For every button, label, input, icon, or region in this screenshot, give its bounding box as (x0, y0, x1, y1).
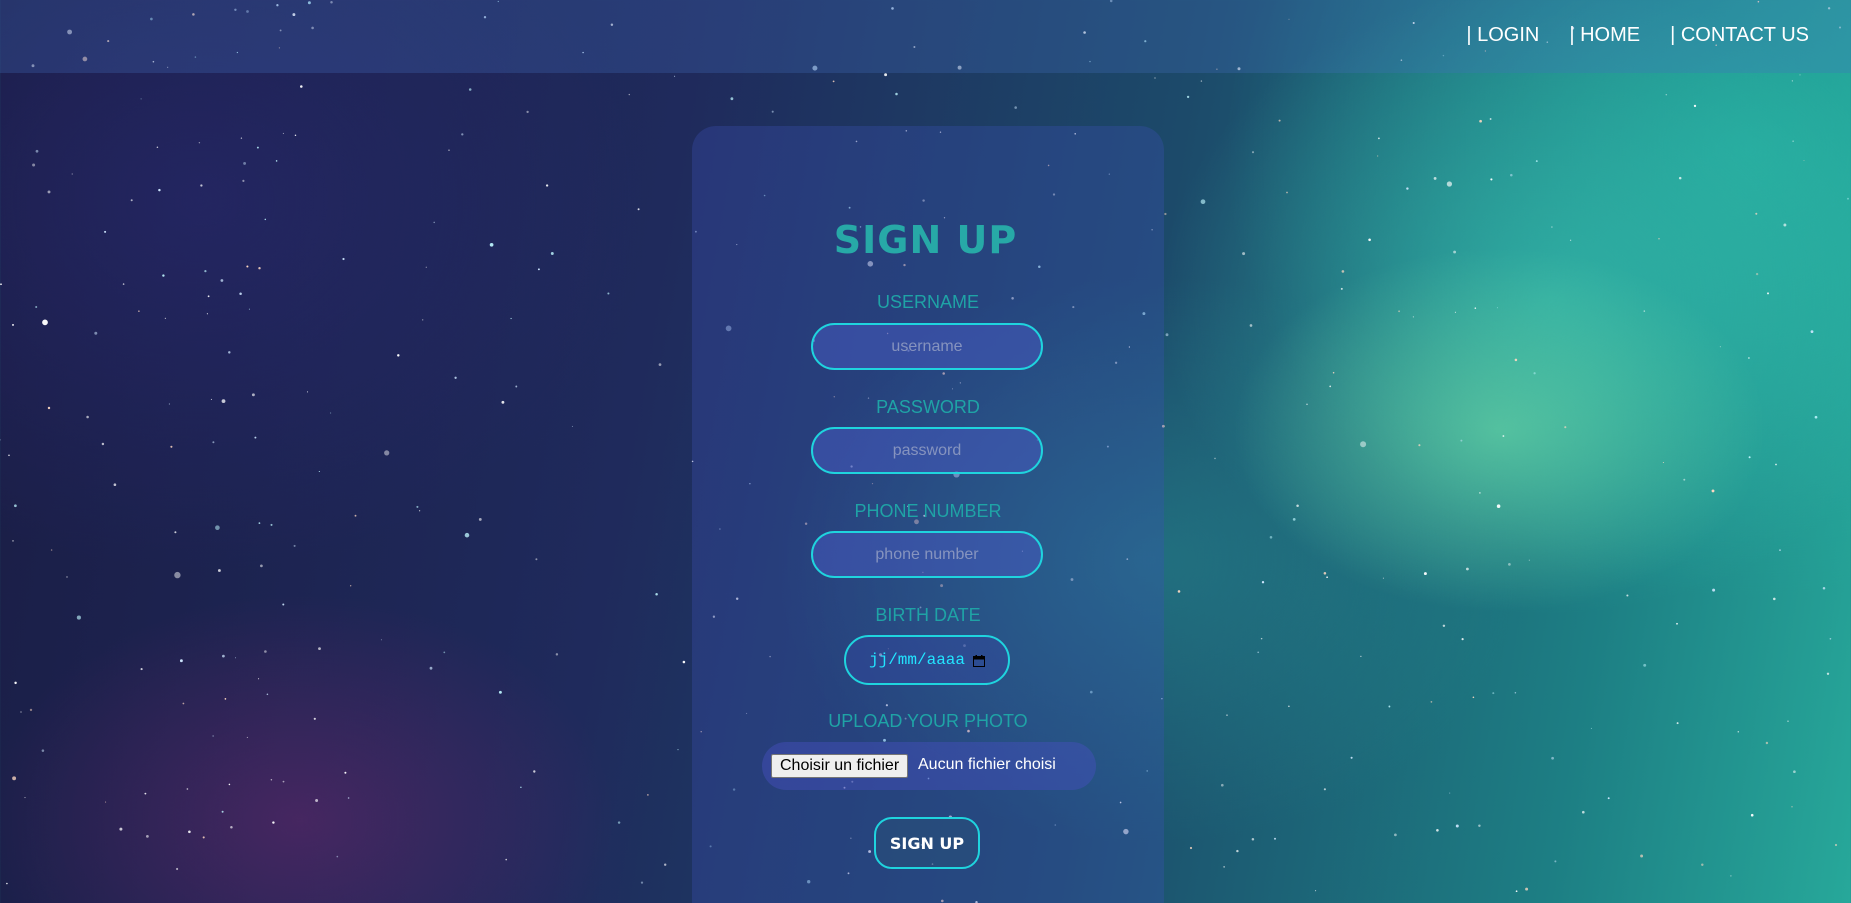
calendar-icon[interactable] (973, 654, 985, 667)
username-label: USERNAME (876, 292, 979, 312)
nav-link-contact-us[interactable]: | CONTACT US (1670, 24, 1809, 47)
upload-photo-label: UPLOAD YOUR PHOTO (828, 711, 1028, 731)
signup-submit-button[interactable]: SIGN UP (874, 817, 980, 869)
birth-date-placeholder: jj/mm/aaaa (868, 651, 965, 669)
nav-link-home[interactable]: | HOME (1569, 24, 1640, 47)
username-input[interactable] (811, 323, 1043, 370)
signup-title: SIGN UP (833, 218, 1018, 262)
top-navbar: | LOGIN | HOME | CONTACT US (0, 0, 1851, 73)
nav-link-login[interactable]: | LOGIN (1466, 24, 1539, 47)
nav-links: | LOGIN | HOME | CONTACT US (1466, 24, 1809, 47)
photo-upload-field: Choisir un fichier Aucun fichier choisi (762, 742, 1096, 790)
phone-number-input[interactable] (811, 531, 1043, 578)
birth-date-input[interactable]: jj/mm/aaaa (844, 635, 1010, 685)
choose-file-button[interactable]: Choisir un fichier (771, 754, 909, 778)
birth-date-label: BIRTH DATE (875, 605, 981, 625)
password-label: PASSWORD (876, 397, 980, 417)
phone-number-label: PHONE NUMBER (854, 501, 1002, 521)
file-status-text: Aucun fichier choisi (918, 756, 1056, 773)
password-input[interactable] (811, 427, 1043, 474)
